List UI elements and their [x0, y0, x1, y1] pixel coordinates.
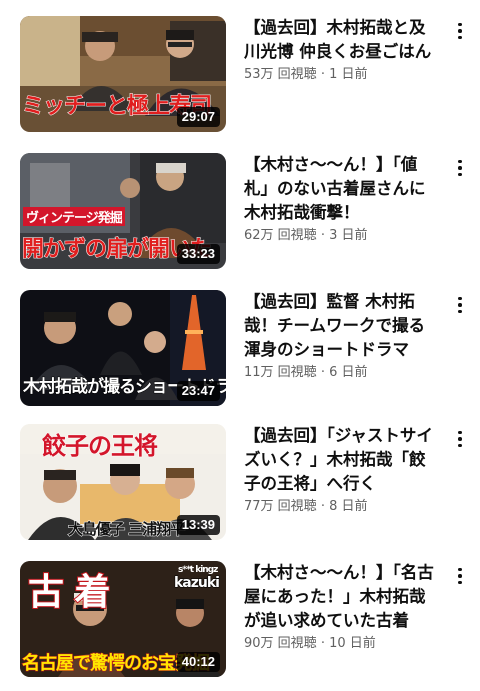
video-item[interactable]: ミッチーと極上寿司 29:07 【過去回】木村拓哉と及川光博 仲良くお昼ごはん … — [0, 16, 480, 136]
video-stats: 53万 回視聴 · 1 日前 — [244, 67, 368, 82]
upload-age: 10 日前 — [329, 636, 376, 651]
duration-badge: 23:47 — [176, 381, 220, 401]
video-thumbnail[interactable]: 古 着 s**t kingz kazuki 名古屋で驚愕のお宝発掘 40:12 — [20, 561, 226, 677]
video-meta: 【過去回】木村拓哉と及川光博 仲良くお昼ごはん 53万 回視聴 · 1 日前 — [244, 16, 440, 85]
duration-badge: 40:12 — [176, 652, 220, 672]
more-vertical-icon[interactable] — [452, 426, 468, 452]
view-count: 62万 回視聴 — [244, 228, 317, 243]
thumbnail-caption-big: 古 着 — [27, 571, 112, 614]
video-thumbnail[interactable]: ヴィンテージ発掘 開かずの扉が開いた 33:23 — [20, 153, 226, 269]
thumbnail-caption-top: 餃子の王将 — [42, 432, 159, 461]
video-item[interactable]: 木村拓哉が撮るショートドラマ 23:47 【過去回】監督 木村拓哉！チームワーク… — [0, 290, 480, 410]
view-count: 53万 回視聴 — [244, 67, 317, 82]
more-vertical-icon[interactable] — [452, 292, 468, 318]
thumbnail-caption-small: ヴィンテージ発掘 — [23, 207, 125, 226]
video-item[interactable]: ヴィンテージ発掘 開かずの扉が開いた 33:23 【木村さ〜〜ん！】「値札」のな… — [0, 153, 480, 273]
duration-badge: 13:39 — [176, 515, 220, 535]
upload-age: 1 日前 — [329, 67, 368, 82]
video-item[interactable]: 餃子の王将 大島優子 三浦翔平 13:39 【過去回】「ジャストサイズいく？」木… — [0, 424, 480, 544]
video-thumbnail[interactable]: ミッチーと極上寿司 29:07 — [20, 16, 226, 132]
view-count: 77万 回視聴 — [244, 499, 317, 514]
video-stats: 11万 回視聴 · 6 日前 — [244, 365, 368, 380]
video-meta: 【木村さ〜〜ん！】「値札」のない古着屋さんに木村拓哉衝撃！ 62万 回視聴 · … — [244, 153, 440, 246]
video-title[interactable]: 【木村さ〜〜ん！】「値札」のない古着屋さんに木村拓哉衝撃！ — [244, 153, 440, 225]
video-title[interactable]: 【木村さ〜〜ん！】「名古屋にあった！」木村拓哉が追い求めていた古着 — [244, 561, 440, 633]
upload-age: 8 日前 — [329, 499, 368, 514]
thumbnail-tag-small: s**t kingz — [178, 565, 218, 575]
video-meta: 【木村さ〜〜ん！】「名古屋にあった！」木村拓哉が追い求めていた古着 90万 回視… — [244, 561, 440, 654]
video-thumbnail[interactable]: 木村拓哉が撮るショートドラマ 23:47 — [20, 290, 226, 406]
upload-age: 6 日前 — [329, 365, 368, 380]
more-vertical-icon[interactable] — [452, 563, 468, 589]
video-meta: 【過去回】「ジャストサイズいく？」木村拓哉「餃子の王将」へ行く 77万 回視聴 … — [244, 424, 440, 517]
video-title[interactable]: 【過去回】監督 木村拓哉！チームワークで撮る渾身のショートドラマ — [244, 290, 440, 362]
more-vertical-icon[interactable] — [452, 18, 468, 44]
video-title[interactable]: 【過去回】「ジャストサイズいく？」木村拓哉「餃子の王将」へ行く — [244, 424, 440, 496]
view-count: 11万 回視聴 — [244, 365, 317, 380]
video-title[interactable]: 【過去回】木村拓哉と及川光博 仲良くお昼ごはん — [244, 16, 440, 64]
thumbnail-tag: kazuki — [174, 575, 221, 592]
duration-badge: 29:07 — [176, 107, 220, 127]
video-meta: 【過去回】監督 木村拓哉！チームワークで撮る渾身のショートドラマ 11万 回視聴… — [244, 290, 440, 383]
video-stats: 62万 回視聴 · 3 日前 — [244, 228, 368, 243]
more-vertical-icon[interactable] — [452, 155, 468, 181]
video-feed: ミッチーと極上寿司 29:07 【過去回】木村拓哉と及川光博 仲良くお昼ごはん … — [0, 0, 480, 691]
upload-age: 3 日前 — [329, 228, 368, 243]
video-stats: 77万 回視聴 · 8 日前 — [244, 499, 368, 514]
video-item[interactable]: 古 着 s**t kingz kazuki 名古屋で驚愕のお宝発掘 40:12 … — [0, 561, 480, 681]
thumbnail-caption: 大島優子 三浦翔平 — [67, 520, 185, 539]
video-thumbnail[interactable]: 餃子の王将 大島優子 三浦翔平 13:39 — [20, 424, 226, 540]
video-stats: 90万 回視聴 · 10 日前 — [244, 636, 376, 651]
view-count: 90万 回視聴 — [244, 636, 317, 651]
duration-badge: 33:23 — [176, 244, 220, 264]
